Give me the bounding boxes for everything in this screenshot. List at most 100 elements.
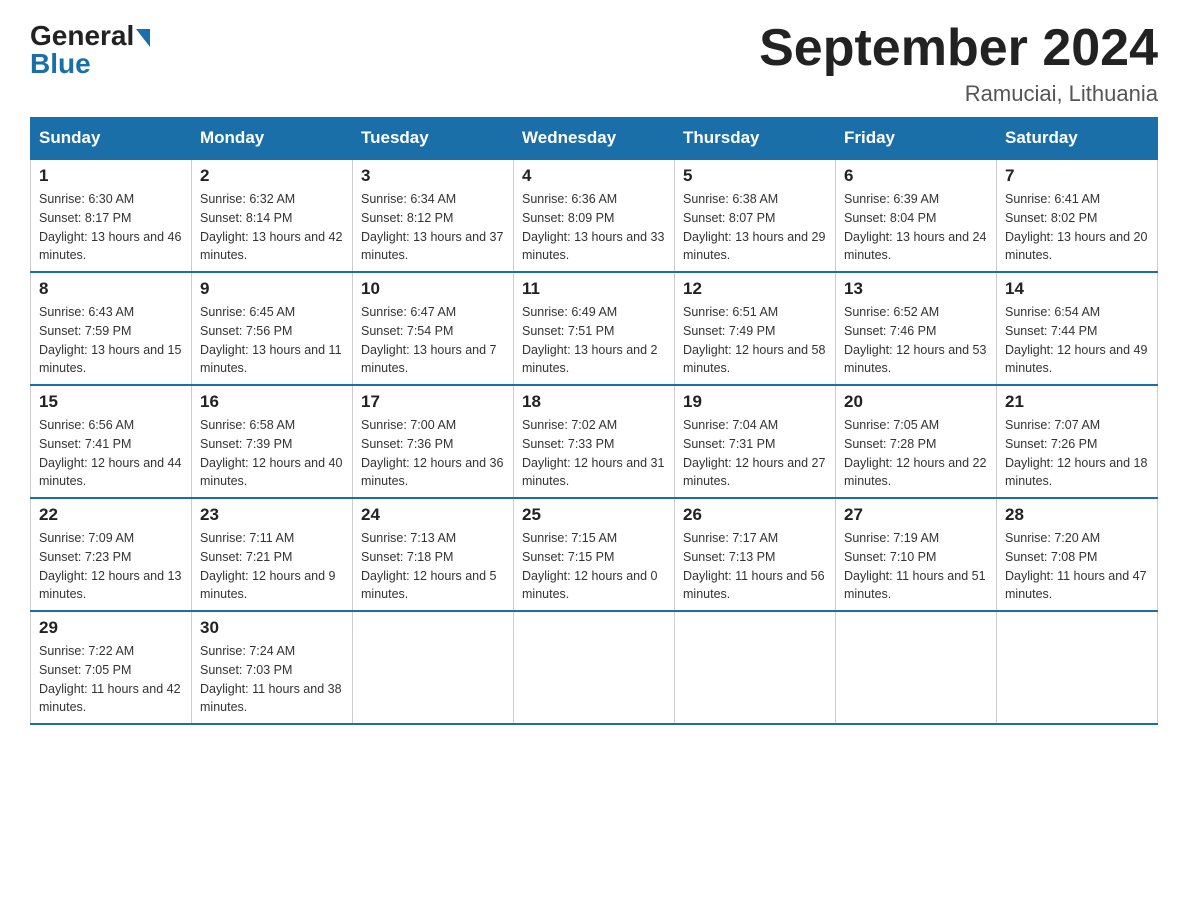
calendar-cell: 5 Sunrise: 6:38 AMSunset: 8:07 PMDayligh… <box>675 159 836 272</box>
calendar-cell: 30 Sunrise: 7:24 AMSunset: 7:03 PMDaylig… <box>192 611 353 724</box>
calendar-cell: 2 Sunrise: 6:32 AMSunset: 8:14 PMDayligh… <box>192 159 353 272</box>
day-info: Sunrise: 6:43 AMSunset: 7:59 PMDaylight:… <box>39 303 183 378</box>
day-info: Sunrise: 6:45 AMSunset: 7:56 PMDaylight:… <box>200 303 344 378</box>
day-number: 30 <box>200 618 344 638</box>
calendar-week-5: 29 Sunrise: 7:22 AMSunset: 7:05 PMDaylig… <box>31 611 1158 724</box>
day-number: 7 <box>1005 166 1149 186</box>
day-info: Sunrise: 7:19 AMSunset: 7:10 PMDaylight:… <box>844 529 988 604</box>
day-number: 19 <box>683 392 827 412</box>
day-info: Sunrise: 6:39 AMSunset: 8:04 PMDaylight:… <box>844 190 988 265</box>
day-info: Sunrise: 6:36 AMSunset: 8:09 PMDaylight:… <box>522 190 666 265</box>
title-section: September 2024 Ramuciai, Lithuania <box>759 20 1158 107</box>
day-info: Sunrise: 6:38 AMSunset: 8:07 PMDaylight:… <box>683 190 827 265</box>
calendar-cell: 14 Sunrise: 6:54 AMSunset: 7:44 PMDaylig… <box>997 272 1158 385</box>
calendar-cell: 1 Sunrise: 6:30 AMSunset: 8:17 PMDayligh… <box>31 159 192 272</box>
logo-blue-text: Blue <box>30 48 91 80</box>
day-number: 18 <box>522 392 666 412</box>
calendar-cell <box>675 611 836 724</box>
calendar-cell: 11 Sunrise: 6:49 AMSunset: 7:51 PMDaylig… <box>514 272 675 385</box>
day-number: 29 <box>39 618 183 638</box>
day-info: Sunrise: 6:32 AMSunset: 8:14 PMDaylight:… <box>200 190 344 265</box>
day-number: 25 <box>522 505 666 525</box>
day-info: Sunrise: 7:07 AMSunset: 7:26 PMDaylight:… <box>1005 416 1149 491</box>
calendar-cell: 25 Sunrise: 7:15 AMSunset: 7:15 PMDaylig… <box>514 498 675 611</box>
calendar-cell: 9 Sunrise: 6:45 AMSunset: 7:56 PMDayligh… <box>192 272 353 385</box>
day-info: Sunrise: 7:15 AMSunset: 7:15 PMDaylight:… <box>522 529 666 604</box>
calendar-cell: 28 Sunrise: 7:20 AMSunset: 7:08 PMDaylig… <box>997 498 1158 611</box>
calendar-cell: 8 Sunrise: 6:43 AMSunset: 7:59 PMDayligh… <box>31 272 192 385</box>
month-title: September 2024 <box>759 20 1158 77</box>
calendar-cell <box>836 611 997 724</box>
day-number: 23 <box>200 505 344 525</box>
calendar-table: Sunday Monday Tuesday Wednesday Thursday… <box>30 117 1158 725</box>
day-info: Sunrise: 6:47 AMSunset: 7:54 PMDaylight:… <box>361 303 505 378</box>
calendar-week-2: 8 Sunrise: 6:43 AMSunset: 7:59 PMDayligh… <box>31 272 1158 385</box>
calendar-cell: 4 Sunrise: 6:36 AMSunset: 8:09 PMDayligh… <box>514 159 675 272</box>
calendar-cell: 21 Sunrise: 7:07 AMSunset: 7:26 PMDaylig… <box>997 385 1158 498</box>
day-number: 11 <box>522 279 666 299</box>
calendar-cell: 3 Sunrise: 6:34 AMSunset: 8:12 PMDayligh… <box>353 159 514 272</box>
day-info: Sunrise: 7:05 AMSunset: 7:28 PMDaylight:… <box>844 416 988 491</box>
day-info: Sunrise: 7:17 AMSunset: 7:13 PMDaylight:… <box>683 529 827 604</box>
day-number: 24 <box>361 505 505 525</box>
day-number: 21 <box>1005 392 1149 412</box>
calendar-week-1: 1 Sunrise: 6:30 AMSunset: 8:17 PMDayligh… <box>31 159 1158 272</box>
calendar-cell: 7 Sunrise: 6:41 AMSunset: 8:02 PMDayligh… <box>997 159 1158 272</box>
calendar-cell: 13 Sunrise: 6:52 AMSunset: 7:46 PMDaylig… <box>836 272 997 385</box>
day-number: 4 <box>522 166 666 186</box>
calendar-cell: 19 Sunrise: 7:04 AMSunset: 7:31 PMDaylig… <box>675 385 836 498</box>
day-number: 14 <box>1005 279 1149 299</box>
day-number: 3 <box>361 166 505 186</box>
header-wednesday: Wednesday <box>514 118 675 160</box>
calendar-cell <box>997 611 1158 724</box>
logo: General Blue <box>30 20 150 80</box>
calendar-cell: 6 Sunrise: 6:39 AMSunset: 8:04 PMDayligh… <box>836 159 997 272</box>
calendar-cell: 12 Sunrise: 6:51 AMSunset: 7:49 PMDaylig… <box>675 272 836 385</box>
calendar-cell: 27 Sunrise: 7:19 AMSunset: 7:10 PMDaylig… <box>836 498 997 611</box>
day-number: 22 <box>39 505 183 525</box>
calendar-cell: 18 Sunrise: 7:02 AMSunset: 7:33 PMDaylig… <box>514 385 675 498</box>
day-info: Sunrise: 7:24 AMSunset: 7:03 PMDaylight:… <box>200 642 344 717</box>
header-saturday: Saturday <box>997 118 1158 160</box>
calendar-cell: 15 Sunrise: 6:56 AMSunset: 7:41 PMDaylig… <box>31 385 192 498</box>
header-tuesday: Tuesday <box>353 118 514 160</box>
header-friday: Friday <box>836 118 997 160</box>
calendar-cell: 22 Sunrise: 7:09 AMSunset: 7:23 PMDaylig… <box>31 498 192 611</box>
calendar-week-3: 15 Sunrise: 6:56 AMSunset: 7:41 PMDaylig… <box>31 385 1158 498</box>
calendar-cell <box>514 611 675 724</box>
day-info: Sunrise: 6:56 AMSunset: 7:41 PMDaylight:… <box>39 416 183 491</box>
day-info: Sunrise: 7:11 AMSunset: 7:21 PMDaylight:… <box>200 529 344 604</box>
day-number: 28 <box>1005 505 1149 525</box>
header-sunday: Sunday <box>31 118 192 160</box>
day-info: Sunrise: 6:49 AMSunset: 7:51 PMDaylight:… <box>522 303 666 378</box>
day-number: 9 <box>200 279 344 299</box>
day-number: 10 <box>361 279 505 299</box>
day-info: Sunrise: 7:02 AMSunset: 7:33 PMDaylight:… <box>522 416 666 491</box>
day-info: Sunrise: 7:09 AMSunset: 7:23 PMDaylight:… <box>39 529 183 604</box>
day-info: Sunrise: 7:13 AMSunset: 7:18 PMDaylight:… <box>361 529 505 604</box>
day-number: 17 <box>361 392 505 412</box>
day-number: 13 <box>844 279 988 299</box>
calendar-cell: 17 Sunrise: 7:00 AMSunset: 7:36 PMDaylig… <box>353 385 514 498</box>
day-number: 1 <box>39 166 183 186</box>
day-info: Sunrise: 6:52 AMSunset: 7:46 PMDaylight:… <box>844 303 988 378</box>
calendar-header-row: Sunday Monday Tuesday Wednesday Thursday… <box>31 118 1158 160</box>
day-info: Sunrise: 7:04 AMSunset: 7:31 PMDaylight:… <box>683 416 827 491</box>
calendar-cell: 29 Sunrise: 7:22 AMSunset: 7:05 PMDaylig… <box>31 611 192 724</box>
day-number: 5 <box>683 166 827 186</box>
day-info: Sunrise: 7:20 AMSunset: 7:08 PMDaylight:… <box>1005 529 1149 604</box>
day-info: Sunrise: 6:51 AMSunset: 7:49 PMDaylight:… <box>683 303 827 378</box>
day-number: 26 <box>683 505 827 525</box>
page-header: General Blue September 2024 Ramuciai, Li… <box>30 20 1158 107</box>
day-number: 8 <box>39 279 183 299</box>
day-number: 15 <box>39 392 183 412</box>
day-info: Sunrise: 7:22 AMSunset: 7:05 PMDaylight:… <box>39 642 183 717</box>
calendar-cell: 20 Sunrise: 7:05 AMSunset: 7:28 PMDaylig… <box>836 385 997 498</box>
day-number: 2 <box>200 166 344 186</box>
day-info: Sunrise: 7:00 AMSunset: 7:36 PMDaylight:… <box>361 416 505 491</box>
logo-arrow-icon <box>136 29 150 47</box>
day-number: 12 <box>683 279 827 299</box>
location: Ramuciai, Lithuania <box>759 81 1158 107</box>
day-number: 6 <box>844 166 988 186</box>
calendar-cell: 26 Sunrise: 7:17 AMSunset: 7:13 PMDaylig… <box>675 498 836 611</box>
